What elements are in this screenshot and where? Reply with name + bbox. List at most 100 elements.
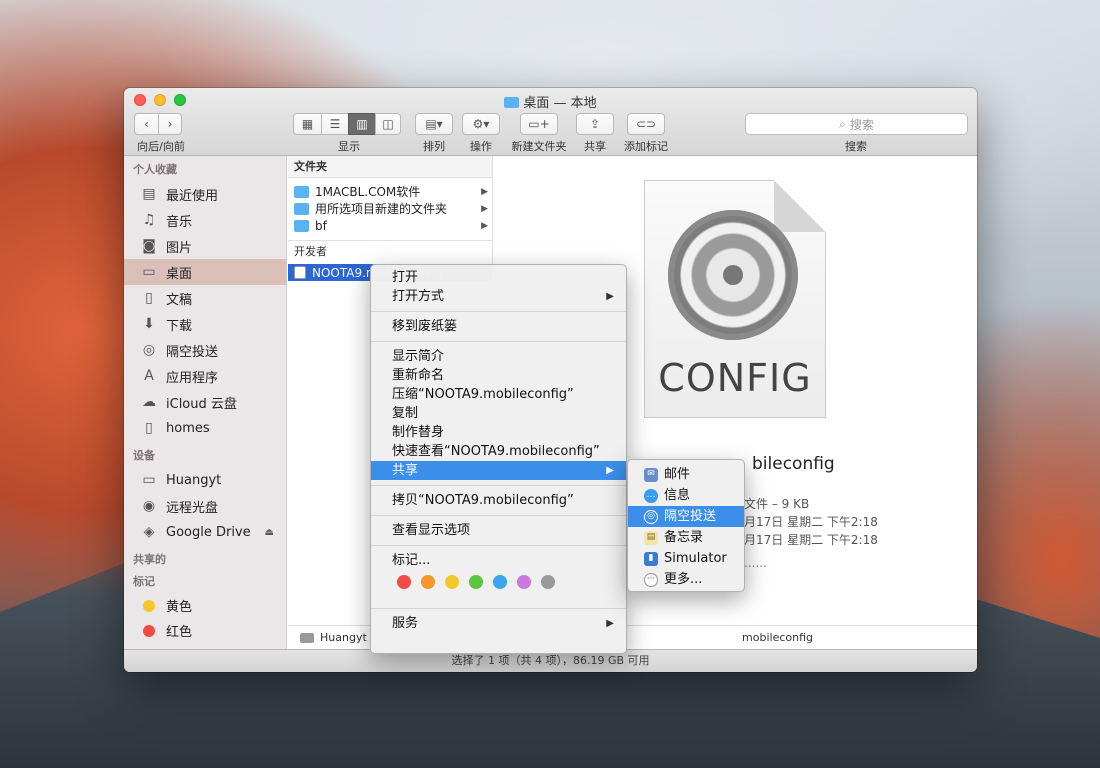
- submenu-arrow-icon: ▶: [606, 465, 614, 476]
- search-label: 搜索: [845, 140, 867, 153]
- menu-item-open[interactable]: 打开: [371, 268, 626, 287]
- sidebar-item-applications[interactable]: A 应用程序: [124, 363, 286, 389]
- preview-more-link[interactable]: ......: [744, 556, 767, 570]
- sidebar-item-desktop[interactable]: ▭ 桌面: [124, 259, 286, 285]
- toolbar: 桌面 — 本地 ‹ › 向后/向前 ▦ ☰ ▥ ◫ 显示 ▤▾ 排列 ⚙▾ 操作…: [124, 88, 977, 156]
- menu-item-rename[interactable]: 重新命名: [371, 366, 626, 385]
- menu-item-tags[interactable]: 标记...: [371, 551, 626, 570]
- share-item-mail[interactable]: ✉ 邮件: [628, 464, 744, 485]
- action-button[interactable]: ⚙▾: [462, 113, 500, 135]
- sidebar-item-documents[interactable]: ▯ 文稿: [124, 285, 286, 311]
- menu-item-make-alias[interactable]: 制作替身: [371, 423, 626, 442]
- path-file[interactable]: mobileconfig: [742, 631, 813, 644]
- tag-label: 添加标记: [624, 140, 668, 153]
- green-tag-button[interactable]: [469, 575, 483, 589]
- sidebar-header-devices: 设备: [133, 449, 155, 462]
- sidebar-item-homes[interactable]: ▯ homes: [124, 415, 286, 441]
- yellow-tag-button[interactable]: [445, 575, 459, 589]
- arrange-group: ▤▾: [415, 113, 453, 135]
- menu-item-view-options[interactable]: 查看显示选项: [371, 521, 626, 540]
- sidebar-item-tag-red[interactable]: 红色: [124, 618, 286, 643]
- config-document-icon: CONFIG: [644, 180, 826, 418]
- path-disk[interactable]: Huangyt: [320, 631, 367, 644]
- preview-modified: 月17日 星期二 下午2:18: [744, 533, 878, 547]
- eject-icon[interactable]: ⏏: [265, 527, 274, 538]
- share-item-notes[interactable]: ▤ 备忘录: [628, 527, 744, 548]
- arrange-button[interactable]: ▤▾: [415, 113, 453, 135]
- menu-separator: [371, 311, 626, 312]
- search-field[interactable]: ⌕ 搜索: [745, 113, 968, 135]
- column-view-button[interactable]: ▥: [348, 113, 375, 135]
- share-item-messages[interactable]: … 信息: [628, 485, 744, 506]
- list-item-folder[interactable]: bf ▶: [288, 217, 492, 234]
- sidebar-item-huangyt[interactable]: ▭ Huangyt: [124, 467, 286, 493]
- menu-item-duplicate[interactable]: 复制: [371, 404, 626, 423]
- cloud-icon: ☁: [142, 394, 156, 410]
- coverflow-view-button[interactable]: ◫: [375, 113, 401, 135]
- sidebar-item-music[interactable]: ♫ 音乐: [124, 207, 286, 233]
- menu-separator: [371, 341, 626, 342]
- sidebar-item-remote-disc[interactable]: ◉ 远程光盘: [124, 493, 286, 519]
- share-submenu: ✉ 邮件 … 信息 ◎ 隔空投送 ▤ 备忘录 ▮ Simulator ··· 更多...: [627, 459, 745, 592]
- sidebar-item-downloads[interactable]: ⬇ 下载: [124, 311, 286, 337]
- purple-tag-button[interactable]: [517, 575, 531, 589]
- list-item-folder[interactable]: 1MACBL.COM软件 ▶: [288, 183, 492, 200]
- new-folder-button[interactable]: ▭+: [520, 113, 558, 135]
- red-tag-button[interactable]: [397, 575, 411, 589]
- sidebar-item-recents[interactable]: ▤ 最近使用: [124, 181, 286, 207]
- forward-button[interactable]: ›: [158, 113, 182, 135]
- menu-item-get-info[interactable]: 显示简介: [371, 347, 626, 366]
- share-button[interactable]: ⇪: [576, 113, 614, 135]
- menu-item-services[interactable]: 服务 ▶: [371, 614, 626, 633]
- share-item-simulator[interactable]: ▮ Simulator: [628, 548, 744, 569]
- grid-icon: ▦: [301, 117, 314, 131]
- disclosure-arrow-icon: ▶: [481, 220, 488, 231]
- add-tag-button[interactable]: ⊂⊃: [627, 113, 665, 135]
- columns-icon: ▥: [356, 117, 368, 131]
- sidebar-header-tags: 标记: [133, 575, 155, 588]
- gray-tag-button[interactable]: [541, 575, 555, 589]
- more-icon: ···: [644, 572, 658, 587]
- blue-tag-button[interactable]: [493, 575, 507, 589]
- share-item-more[interactable]: ··· 更多...: [628, 569, 744, 590]
- menu-item-copy[interactable]: 拷贝“NOOTA9.mobileconfig”: [371, 491, 626, 510]
- tag-group: ⊂⊃: [627, 113, 665, 135]
- orange-tag-button[interactable]: [421, 575, 435, 589]
- list-item-folder[interactable]: 用所选项目新建的文件夹 ▶: [288, 200, 492, 217]
- menu-separator: [371, 608, 626, 609]
- hard-disk-icon: [300, 632, 314, 643]
- disc-icon: ◉: [142, 498, 156, 514]
- menu-item-share[interactable]: 共享 ▶: [371, 461, 626, 480]
- action-label: 操作: [470, 140, 492, 153]
- sidebar-item-pictures[interactable]: ◙ 图片: [124, 233, 286, 259]
- new-folder-icon: ▭+: [528, 117, 550, 131]
- newfolder-group: ▭+: [520, 113, 558, 135]
- sidebar-item-tag-yellow[interactable]: 黄色: [124, 593, 286, 618]
- gear-icon: ⚙▾: [472, 117, 490, 131]
- sidebar-item-icloud[interactable]: ☁ iCloud 云盘: [124, 389, 286, 415]
- menu-item-open-with[interactable]: 打开方式 ▶: [371, 287, 626, 306]
- menu-separator: [371, 545, 626, 546]
- sidebar-item-google-drive[interactable]: ◈ Google Drive ⏏: [124, 519, 286, 545]
- menu-item-quick-look[interactable]: 快速查看“NOOTA9.mobileconfig”: [371, 442, 626, 461]
- back-button[interactable]: ‹: [134, 113, 158, 135]
- recents-icon: ▤: [142, 186, 156, 202]
- menu-item-compress[interactable]: 压缩“NOOTA9.mobileconfig”: [371, 385, 626, 404]
- list-icon: ☰: [329, 117, 341, 131]
- nav-label: 向后/向前: [137, 140, 185, 153]
- sidebar-item-airdrop[interactable]: ◎ 隔空投送: [124, 337, 286, 363]
- icon-view-button[interactable]: ▦: [293, 113, 321, 135]
- share-label: 共享: [584, 140, 606, 153]
- share-group: ⇪: [576, 113, 614, 135]
- window-title: 桌面 — 本地: [124, 92, 977, 111]
- config-label: CONFIG: [658, 356, 812, 400]
- action-group: ⚙▾: [462, 113, 500, 135]
- column-header-folders: 文件夹: [288, 156, 492, 178]
- simulator-icon: ▮: [644, 551, 658, 566]
- share-item-airdrop[interactable]: ◎ 隔空投送: [628, 506, 744, 527]
- column-header-developer: 开发者: [288, 240, 492, 262]
- downloads-icon: ⬇: [143, 316, 155, 332]
- list-view-button[interactable]: ☰: [321, 113, 348, 135]
- menu-item-move-to-trash[interactable]: 移到废纸篓: [371, 317, 626, 336]
- airdrop-icon: ◎: [142, 342, 156, 358]
